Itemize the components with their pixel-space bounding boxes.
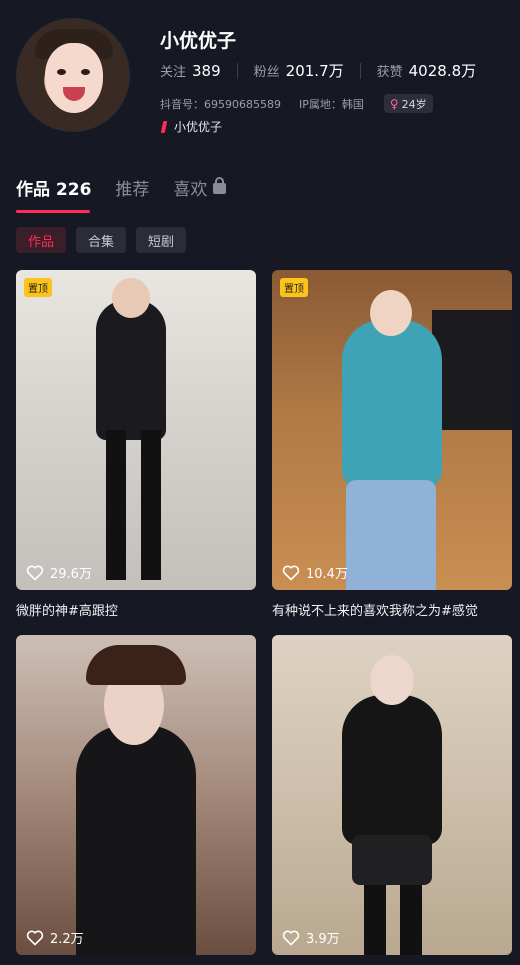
stat-followers[interactable]: 粉丝 201.7万	[254, 60, 344, 81]
tab-recommend[interactable]: 推荐	[115, 175, 149, 200]
pinned-badge: 置顶	[280, 278, 308, 297]
video-card[interactable]: 2.2万	[16, 635, 256, 955]
video-likes: 3.9万	[282, 928, 340, 947]
profile-tagline: 小优优子	[160, 118, 222, 135]
heart-icon	[282, 930, 300, 945]
profile-name: 小优优子	[160, 30, 237, 52]
video-likes: 29.6万	[26, 563, 92, 582]
tab-likes[interactable]: 喜欢	[173, 175, 227, 200]
chip-short-drama[interactable]: 短剧	[136, 227, 187, 253]
stat-following[interactable]: 关注 389	[160, 61, 221, 80]
video-likes: 2.2万	[26, 928, 84, 947]
female-icon: ♀	[389, 96, 399, 111]
ip-location: IP属地：韩国	[298, 97, 364, 111]
content-filter-chips: 作品 合集 短剧	[16, 227, 196, 253]
profile-tabs: 作品 226 推荐 喜欢	[16, 175, 250, 200]
video-thumbnail[interactable]: 置顶 29.6万	[16, 270, 256, 590]
divider	[236, 62, 238, 79]
profile-stats: 关注 389 粉丝 201.7万 获赞 4028.8万	[160, 60, 476, 81]
tab-works[interactable]: 作品 226	[16, 175, 91, 200]
lock-icon	[213, 177, 227, 194]
video-thumbnail[interactable]: 2.2万	[16, 635, 256, 955]
avatar[interactable]	[16, 18, 130, 132]
video-likes: 10.4万	[282, 563, 348, 582]
active-tab-indicator	[16, 210, 90, 213]
divider	[359, 62, 361, 79]
heart-icon	[26, 565, 44, 580]
stat-likes[interactable]: 获赞 4028.8万	[377, 60, 477, 81]
video-thumbnail[interactable]: 置顶 10.4万	[272, 270, 512, 590]
heart-icon	[282, 565, 300, 580]
video-card[interactable]: 置顶 29.6万 微胖的神#高跟控	[16, 270, 256, 619]
heart-icon	[26, 930, 44, 945]
pinned-badge: 置顶	[24, 278, 52, 297]
douyin-id[interactable]: 抖音号：69590685589	[160, 96, 281, 112]
video-caption[interactable]: 有种说不上来的喜欢我称之为#感觉	[272, 600, 512, 619]
profile-meta: 抖音号：69590685589 IP属地：韩国 ♀ 24岁	[160, 94, 433, 113]
video-thumbnail[interactable]: 3.9万	[272, 635, 512, 955]
video-card[interactable]: 3.9万	[272, 635, 512, 955]
chip-collections[interactable]: 合集	[76, 227, 127, 253]
tag-mark-icon	[160, 120, 168, 133]
profile-header: 小优优子 关注 389 粉丝 201.7万 获赞 4028.8万 抖音号：695…	[0, 0, 520, 160]
chip-works[interactable]: 作品	[16, 227, 67, 253]
age-badge: ♀ 24岁	[383, 94, 433, 113]
video-card[interactable]: 置顶 10.4万 有种说不上来的喜欢我称之为#感觉	[272, 270, 512, 619]
video-caption[interactable]: 微胖的神#高跟控	[16, 600, 256, 619]
